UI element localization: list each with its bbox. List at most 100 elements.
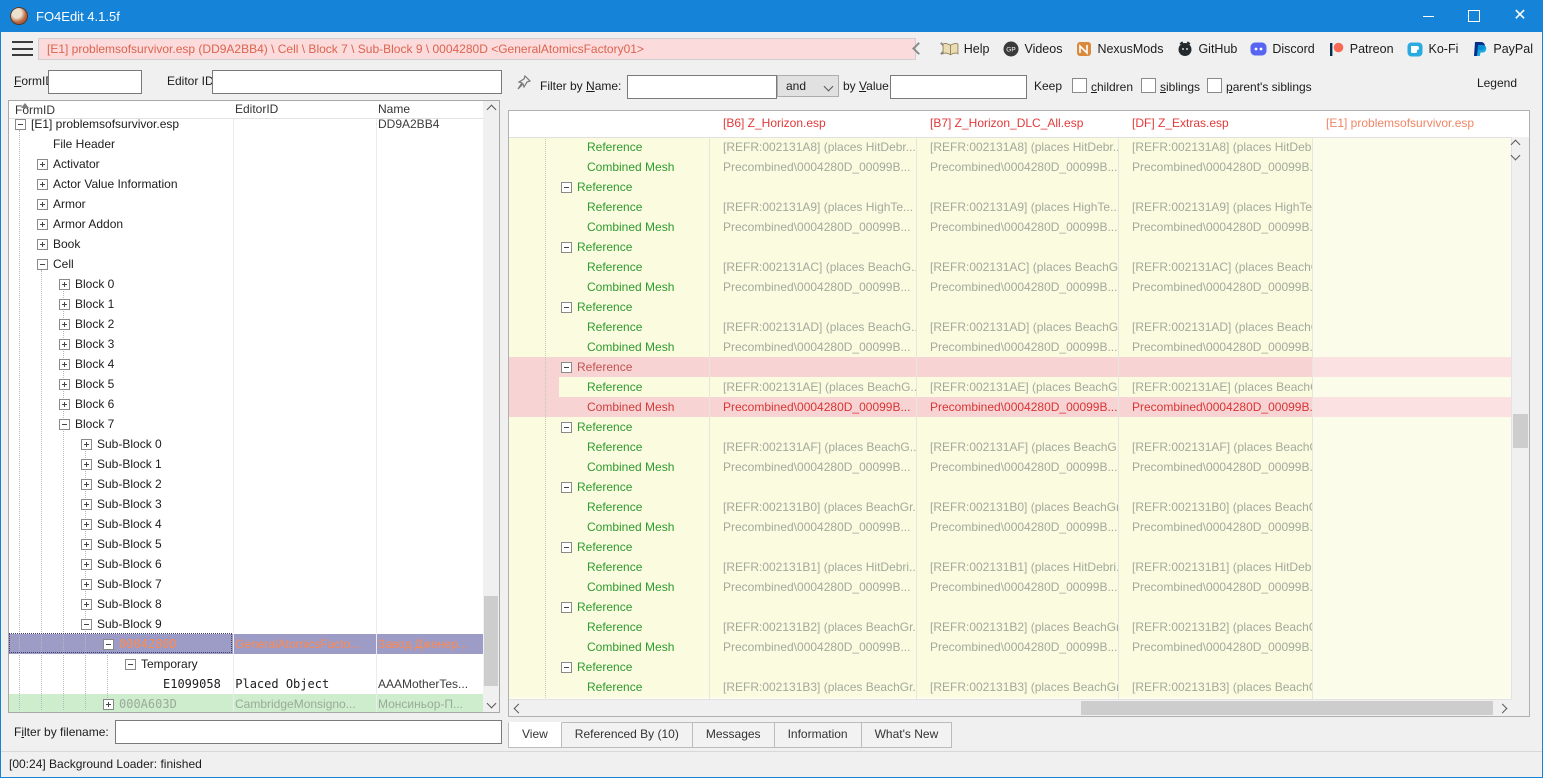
keep-siblings-checkbox[interactable] (1141, 78, 1156, 93)
value-cell[interactable]: [REFR:002131AD] (places BeachG... (916, 317, 1118, 337)
table-row[interactable]: Reference[REFR:002131B2] (places BeachGr… (509, 617, 1512, 637)
tree-vertical-scrollbar[interactable] (483, 101, 499, 712)
tree-row[interactable]: Sub-Block 2 (9, 474, 483, 494)
value-cell[interactable] (709, 357, 916, 377)
keep-children-checkbox[interactable] (1072, 78, 1087, 93)
value-cell[interactable] (709, 237, 916, 257)
collapse-icon[interactable] (561, 242, 572, 253)
value-cell[interactable]: Precombined\0004280D_00099B... (1118, 397, 1312, 417)
value-cell[interactable]: Precombined\0004280D_00099B... (916, 397, 1118, 417)
value-cell[interactable]: Precombined\0004280D_00099B... (1118, 577, 1312, 597)
value-cell[interactable] (916, 237, 1118, 257)
table-row[interactable]: Reference (509, 237, 1512, 257)
menu-icon[interactable] (12, 41, 33, 56)
link-nexusmods[interactable]: NexusMods (1075, 41, 1163, 58)
value-cell[interactable] (1312, 257, 1512, 277)
value-cell[interactable] (1312, 157, 1512, 177)
table-row[interactable]: Reference (509, 417, 1512, 437)
value-cell[interactable] (1312, 477, 1512, 497)
expand-icon[interactable] (37, 199, 48, 210)
value-cell[interactable] (1118, 177, 1312, 197)
table-row[interactable]: Combined MeshPrecombined\0004280D_00099B… (509, 457, 1512, 477)
table-row[interactable]: Reference[REFR:002131B3] (places BeachGr… (509, 677, 1512, 697)
table-row[interactable]: Combined MeshPrecombined\0004280D_00099B… (509, 577, 1512, 597)
collapse-icon[interactable] (37, 259, 48, 270)
value-cell[interactable] (916, 417, 1118, 437)
value-cell[interactable] (1118, 237, 1312, 257)
value-cell[interactable]: Precombined\0004280D_00099B... (1118, 277, 1312, 297)
close-button[interactable]: ✕ (1497, 0, 1543, 32)
value-cell[interactable]: Precombined\0004280D_00099B... (1118, 517, 1312, 537)
collapse-icon[interactable] (59, 419, 70, 430)
collapse-icon[interactable] (81, 619, 92, 630)
value-cell[interactable]: [REFR:002131B2] (places BeachGr... (709, 617, 916, 637)
tree-row[interactable]: Sub-Block 7 (9, 574, 483, 594)
table-row[interactable]: Reference[REFR:002131A9] (places HighTe.… (509, 197, 1512, 217)
value-cell[interactable] (709, 597, 916, 617)
value-cell[interactable]: Precombined\0004280D_00099B... (1118, 637, 1312, 657)
value-cell[interactable] (1312, 377, 1512, 397)
tree-row[interactable]: Sub-Block 6 (9, 554, 483, 574)
value-cell[interactable] (1312, 437, 1512, 457)
tree-row[interactable]: Block 5 (9, 374, 483, 394)
tree-row[interactable]: Block 3 (9, 334, 483, 354)
link-videos[interactable]: GPVideos (1002, 41, 1062, 58)
scroll-right-icon[interactable] (1499, 700, 1509, 716)
tree-row[interactable]: Armor (9, 194, 483, 214)
value-cell[interactable] (1312, 657, 1512, 677)
collapse-icon[interactable] (561, 542, 572, 553)
expand-icon[interactable] (59, 359, 70, 370)
value-cell[interactable] (1118, 417, 1312, 437)
table-horizontal-scrollbar[interactable] (509, 699, 1512, 716)
value-cell[interactable]: Precombined\0004280D_00099B... (709, 217, 916, 237)
table-row[interactable]: Reference (509, 357, 1512, 377)
value-cell[interactable] (1312, 317, 1512, 337)
value-cell[interactable] (1312, 597, 1512, 617)
collapse-icon[interactable] (561, 482, 572, 493)
expand-icon[interactable] (59, 319, 70, 330)
tree-row[interactable]: Temporary (9, 654, 483, 674)
tree-row[interactable]: Armor Addon (9, 214, 483, 234)
value-cell[interactable]: Precombined\0004280D_00099B... (916, 277, 1118, 297)
tree-row[interactable]: Block 1 (9, 294, 483, 314)
expand-icon[interactable] (81, 439, 92, 450)
collapse-icon[interactable] (103, 639, 114, 650)
value-cell[interactable] (709, 537, 916, 557)
value-cell[interactable] (916, 597, 1118, 617)
value-cell[interactable]: Precombined\0004280D_00099B... (709, 637, 916, 657)
value-cell[interactable]: [REFR:002131B3] (places BeachGr... (1118, 677, 1312, 697)
scroll-up-icon[interactable] (1512, 137, 1519, 151)
filter-value-input[interactable] (890, 75, 1027, 99)
expand-icon[interactable] (59, 279, 70, 290)
value-cell[interactable]: [REFR:002131AD] (places BeachG... (709, 317, 916, 337)
value-cell[interactable] (709, 417, 916, 437)
value-cell[interactable] (1312, 137, 1512, 157)
scroll-down-icon[interactable] (1512, 151, 1519, 165)
link-patreon[interactable]: Patreon (1328, 41, 1394, 58)
tree-row[interactable]: Sub-Block 8 (9, 594, 483, 614)
pin-icon[interactable] (516, 75, 531, 93)
tree-row[interactable]: Block 2 (9, 314, 483, 334)
value-cell[interactable] (1312, 357, 1512, 377)
value-cell[interactable]: Precombined\0004280D_00099B... (709, 517, 916, 537)
table-row[interactable]: Combined MeshPrecombined\0004280D_00099B… (509, 637, 1512, 657)
value-cell[interactable]: Precombined\0004280D_00099B... (1118, 217, 1312, 237)
table-row[interactable]: Reference[REFR:002131B1] (places HitDebr… (509, 557, 1512, 577)
collapse-icon[interactable] (561, 362, 572, 373)
scroll-up-icon[interactable] (483, 103, 499, 113)
collapse-icon[interactable] (561, 662, 572, 673)
value-cell[interactable]: Precombined\0004280D_00099B... (916, 577, 1118, 597)
formid-input[interactable] (48, 70, 142, 94)
value-cell[interactable]: Precombined\0004280D_00099B... (709, 577, 916, 597)
tab-messages[interactable]: Messages (693, 722, 775, 748)
table-row[interactable]: Reference[REFR:002131AF] (places BeachG.… (509, 437, 1512, 457)
tab-what-s-new[interactable]: What's New (862, 722, 953, 748)
tree-row[interactable]: Book (9, 234, 483, 254)
tree-row[interactable]: Block 7 (9, 414, 483, 434)
value-cell[interactable] (1118, 357, 1312, 377)
value-cell[interactable] (1118, 297, 1312, 317)
value-cell[interactable] (709, 177, 916, 197)
value-cell[interactable] (709, 477, 916, 497)
table-row[interactable]: Reference (509, 657, 1512, 677)
back-button[interactable] (914, 42, 923, 56)
